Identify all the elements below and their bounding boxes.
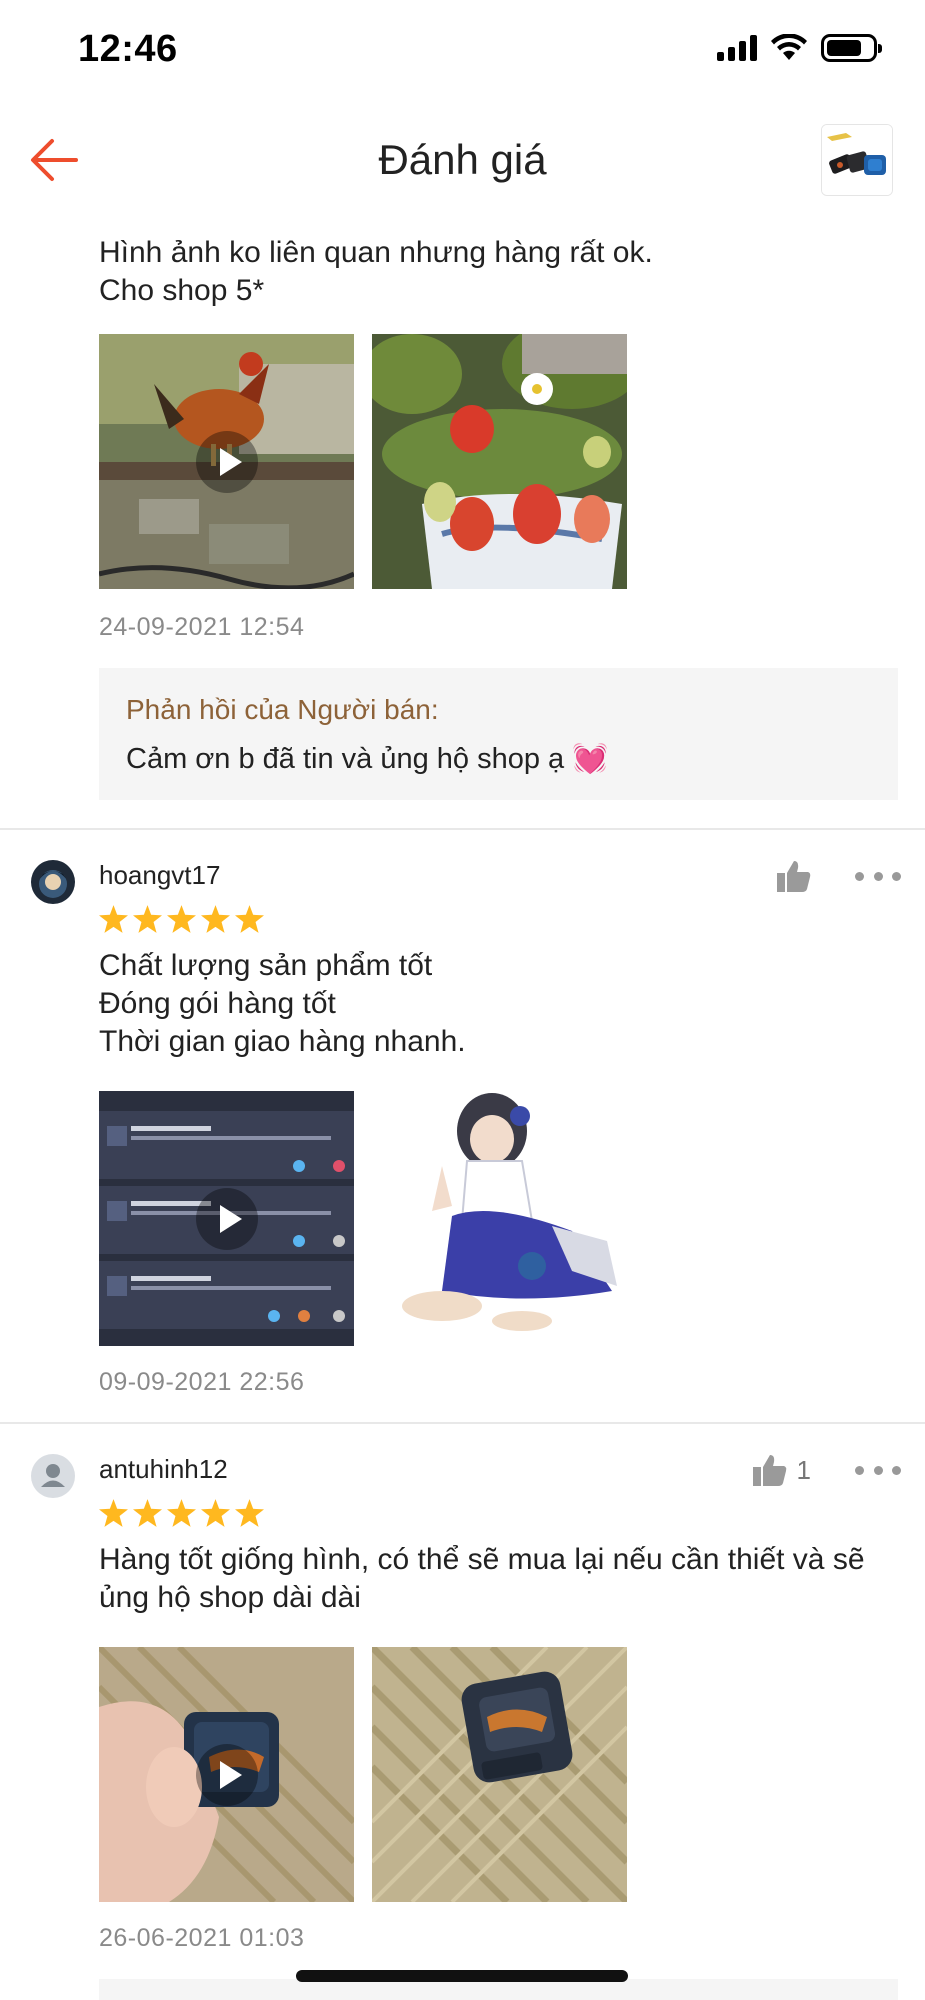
review-video-thumbnail[interactable] bbox=[99, 1647, 354, 1902]
avatar[interactable] bbox=[31, 1454, 75, 1498]
strawberries-image bbox=[372, 334, 627, 589]
review-item: Hình ảnh ko liên quan nhưng hàng rất ok.… bbox=[0, 220, 925, 800]
star-icon bbox=[133, 905, 162, 933]
product-on-mat-image bbox=[372, 1647, 627, 1902]
default-user-icon bbox=[41, 1464, 65, 1487]
avatar[interactable] bbox=[31, 860, 75, 904]
seller-reply bbox=[99, 1979, 898, 2000]
like-button[interactable]: 1 bbox=[752, 1454, 811, 1486]
rating-stars bbox=[99, 1499, 925, 1527]
play-icon bbox=[195, 1743, 258, 1806]
seller-reply-label: Phản hồi của Người bán: bbox=[126, 694, 439, 725]
review-text: Hàng tốt giống hình, có thể sẽ mua lại n… bbox=[99, 1543, 865, 1614]
play-icon bbox=[195, 1187, 258, 1250]
review-photo[interactable] bbox=[372, 334, 627, 589]
status-icons bbox=[717, 34, 882, 62]
star-icon bbox=[235, 1499, 264, 1527]
star-icon bbox=[133, 1499, 162, 1527]
star-icon bbox=[201, 1499, 230, 1527]
thumbs-up-icon bbox=[777, 861, 811, 892]
more-options-button[interactable] bbox=[855, 1463, 901, 1477]
seller-reply-text: Cảm ơn b đã tin và ủng hộ shop ạ 💓 bbox=[126, 743, 609, 775]
star-icon bbox=[201, 905, 230, 933]
review-date: 09-09-2021 22:56 bbox=[99, 1368, 305, 1396]
reviews-list: Hình ảnh ko liên quan nhưng hàng rất ok.… bbox=[0, 220, 925, 2000]
rating-stars bbox=[99, 905, 925, 933]
anime-character-image bbox=[372, 1091, 627, 1346]
wifi-icon bbox=[771, 34, 807, 60]
like-button[interactable] bbox=[777, 860, 811, 892]
cellular-signal-icon bbox=[717, 35, 757, 61]
star-icon bbox=[235, 905, 264, 933]
review-video-thumbnail[interactable] bbox=[99, 1091, 354, 1346]
star-icon bbox=[99, 1499, 128, 1527]
home-indicator[interactable] bbox=[296, 1970, 628, 1982]
star-icon bbox=[167, 905, 196, 933]
user-avatar-image bbox=[31, 860, 75, 904]
like-count: 1 bbox=[796, 1454, 811, 1485]
review-video-thumbnail[interactable] bbox=[99, 334, 354, 589]
review-media bbox=[99, 334, 925, 589]
review-photo[interactable] bbox=[372, 1647, 627, 1902]
review-media bbox=[99, 1647, 925, 1902]
review-media bbox=[99, 1091, 925, 1346]
review-photo[interactable] bbox=[372, 1091, 627, 1346]
product-image bbox=[822, 125, 892, 195]
review-actions: 1 bbox=[752, 1454, 901, 1486]
seller-reply: Phản hồi của Người bán: Cảm ơn b đã tin … bbox=[99, 668, 898, 800]
review-item: hoangvt17 Chất lượng sản phẩm tốt Đóng g… bbox=[0, 830, 925, 1422]
more-options-button[interactable] bbox=[855, 869, 901, 883]
review-text: Hình ảnh ko liên quan nhưng hàng rất ok.… bbox=[99, 236, 653, 307]
status-bar: 12:46 bbox=[0, 0, 925, 100]
review-item: 1 antuhinh12 Hàng tốt giống hình, có thể… bbox=[0, 1424, 925, 2000]
thumbs-up-icon bbox=[752, 1455, 786, 1486]
page-title: Đánh giá bbox=[378, 136, 547, 183]
review-date: 26-06-2021 01:03 bbox=[99, 1924, 305, 1952]
nav-header: Đánh giá bbox=[0, 110, 925, 210]
review-text: Chất lượng sản phẩm tốt Đóng gói hàng tố… bbox=[99, 949, 466, 1058]
star-icon bbox=[167, 1499, 196, 1527]
product-thumbnail[interactable] bbox=[821, 124, 893, 196]
review-date: 24-09-2021 12:54 bbox=[99, 613, 305, 641]
battery-icon bbox=[821, 34, 882, 62]
play-icon bbox=[195, 430, 258, 493]
status-time: 12:46 bbox=[78, 28, 178, 70]
star-icon bbox=[99, 905, 128, 933]
review-actions bbox=[777, 860, 901, 892]
